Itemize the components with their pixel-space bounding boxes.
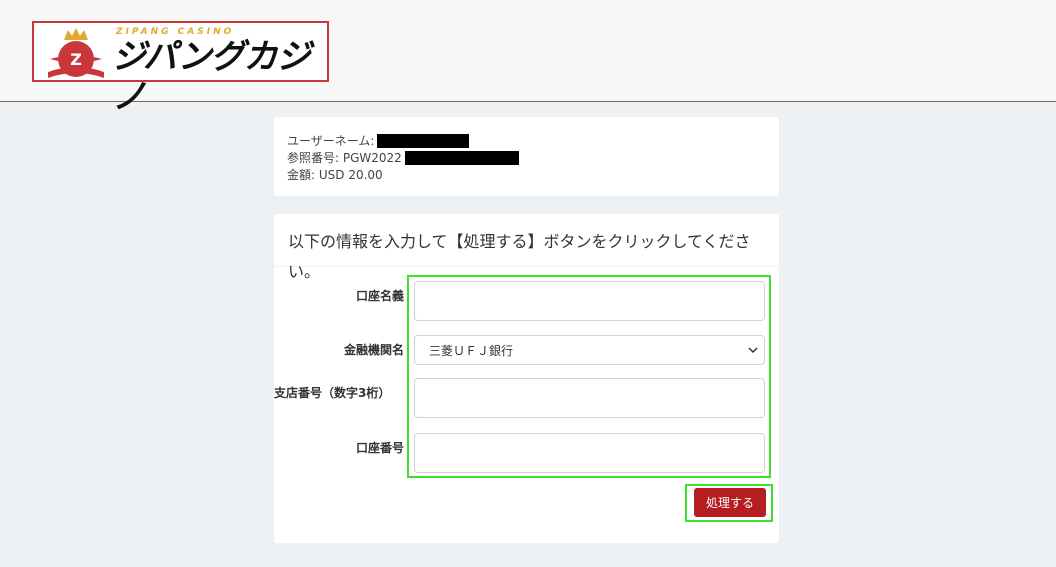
site-header: Z ZIPANG CASINO ジパングカジノ bbox=[0, 0, 1056, 117]
transaction-info-card: ユーザーネーム: 参照番号: PGW2022 金額: USD 20.00 bbox=[274, 117, 779, 196]
bank-name-label: 金融機関名 bbox=[343, 343, 404, 357]
amount-row: 金額: USD 20.00 bbox=[287, 166, 383, 183]
redacted-reference bbox=[404, 150, 519, 165]
redacted-username bbox=[377, 133, 470, 148]
svg-text:Z: Z bbox=[70, 50, 82, 69]
account-name-input[interactable] bbox=[414, 281, 765, 321]
account-name-label: 口座名義 bbox=[355, 289, 404, 303]
site-logo[interactable]: Z ZIPANG CASINO ジパングカジノ bbox=[32, 21, 329, 117]
logo-small-text: ZIPANG CASINO bbox=[116, 27, 235, 37]
amount-label: 金額: USD 20.00 bbox=[287, 168, 383, 182]
submit-button[interactable]: 処理する bbox=[694, 488, 766, 517]
branch-number-input[interactable] bbox=[414, 378, 765, 418]
bank-selected-value: 三菱ＵＦＪ銀行 bbox=[429, 343, 514, 358]
account-number-label: 口座番号 bbox=[355, 441, 404, 455]
form-instruction: 以下の情報を入力して【処理する】ボタンをクリックしてください。 bbox=[288, 232, 751, 281]
reference-label: 参照番号: PGW2022 bbox=[287, 151, 402, 165]
username-label: ユーザーネーム: bbox=[287, 134, 375, 148]
chevron-down-icon bbox=[748, 347, 758, 354]
branch-number-label: 支店番号（数字3桁） bbox=[274, 386, 391, 400]
username-row: ユーザーネーム: bbox=[287, 132, 470, 149]
logo-emblem-icon: Z bbox=[48, 28, 104, 78]
bank-name-select[interactable]: 三菱ＵＦＪ銀行 bbox=[414, 335, 765, 365]
bank-transfer-form: 以下の情報を入力して【処理する】ボタンをクリックしてください。 口座名義 金融機… bbox=[274, 214, 779, 543]
logo-main-text: ジパングカジノ bbox=[112, 37, 311, 117]
reference-row: 参照番号: PGW2022 bbox=[287, 149, 519, 166]
account-number-input[interactable] bbox=[414, 433, 765, 473]
